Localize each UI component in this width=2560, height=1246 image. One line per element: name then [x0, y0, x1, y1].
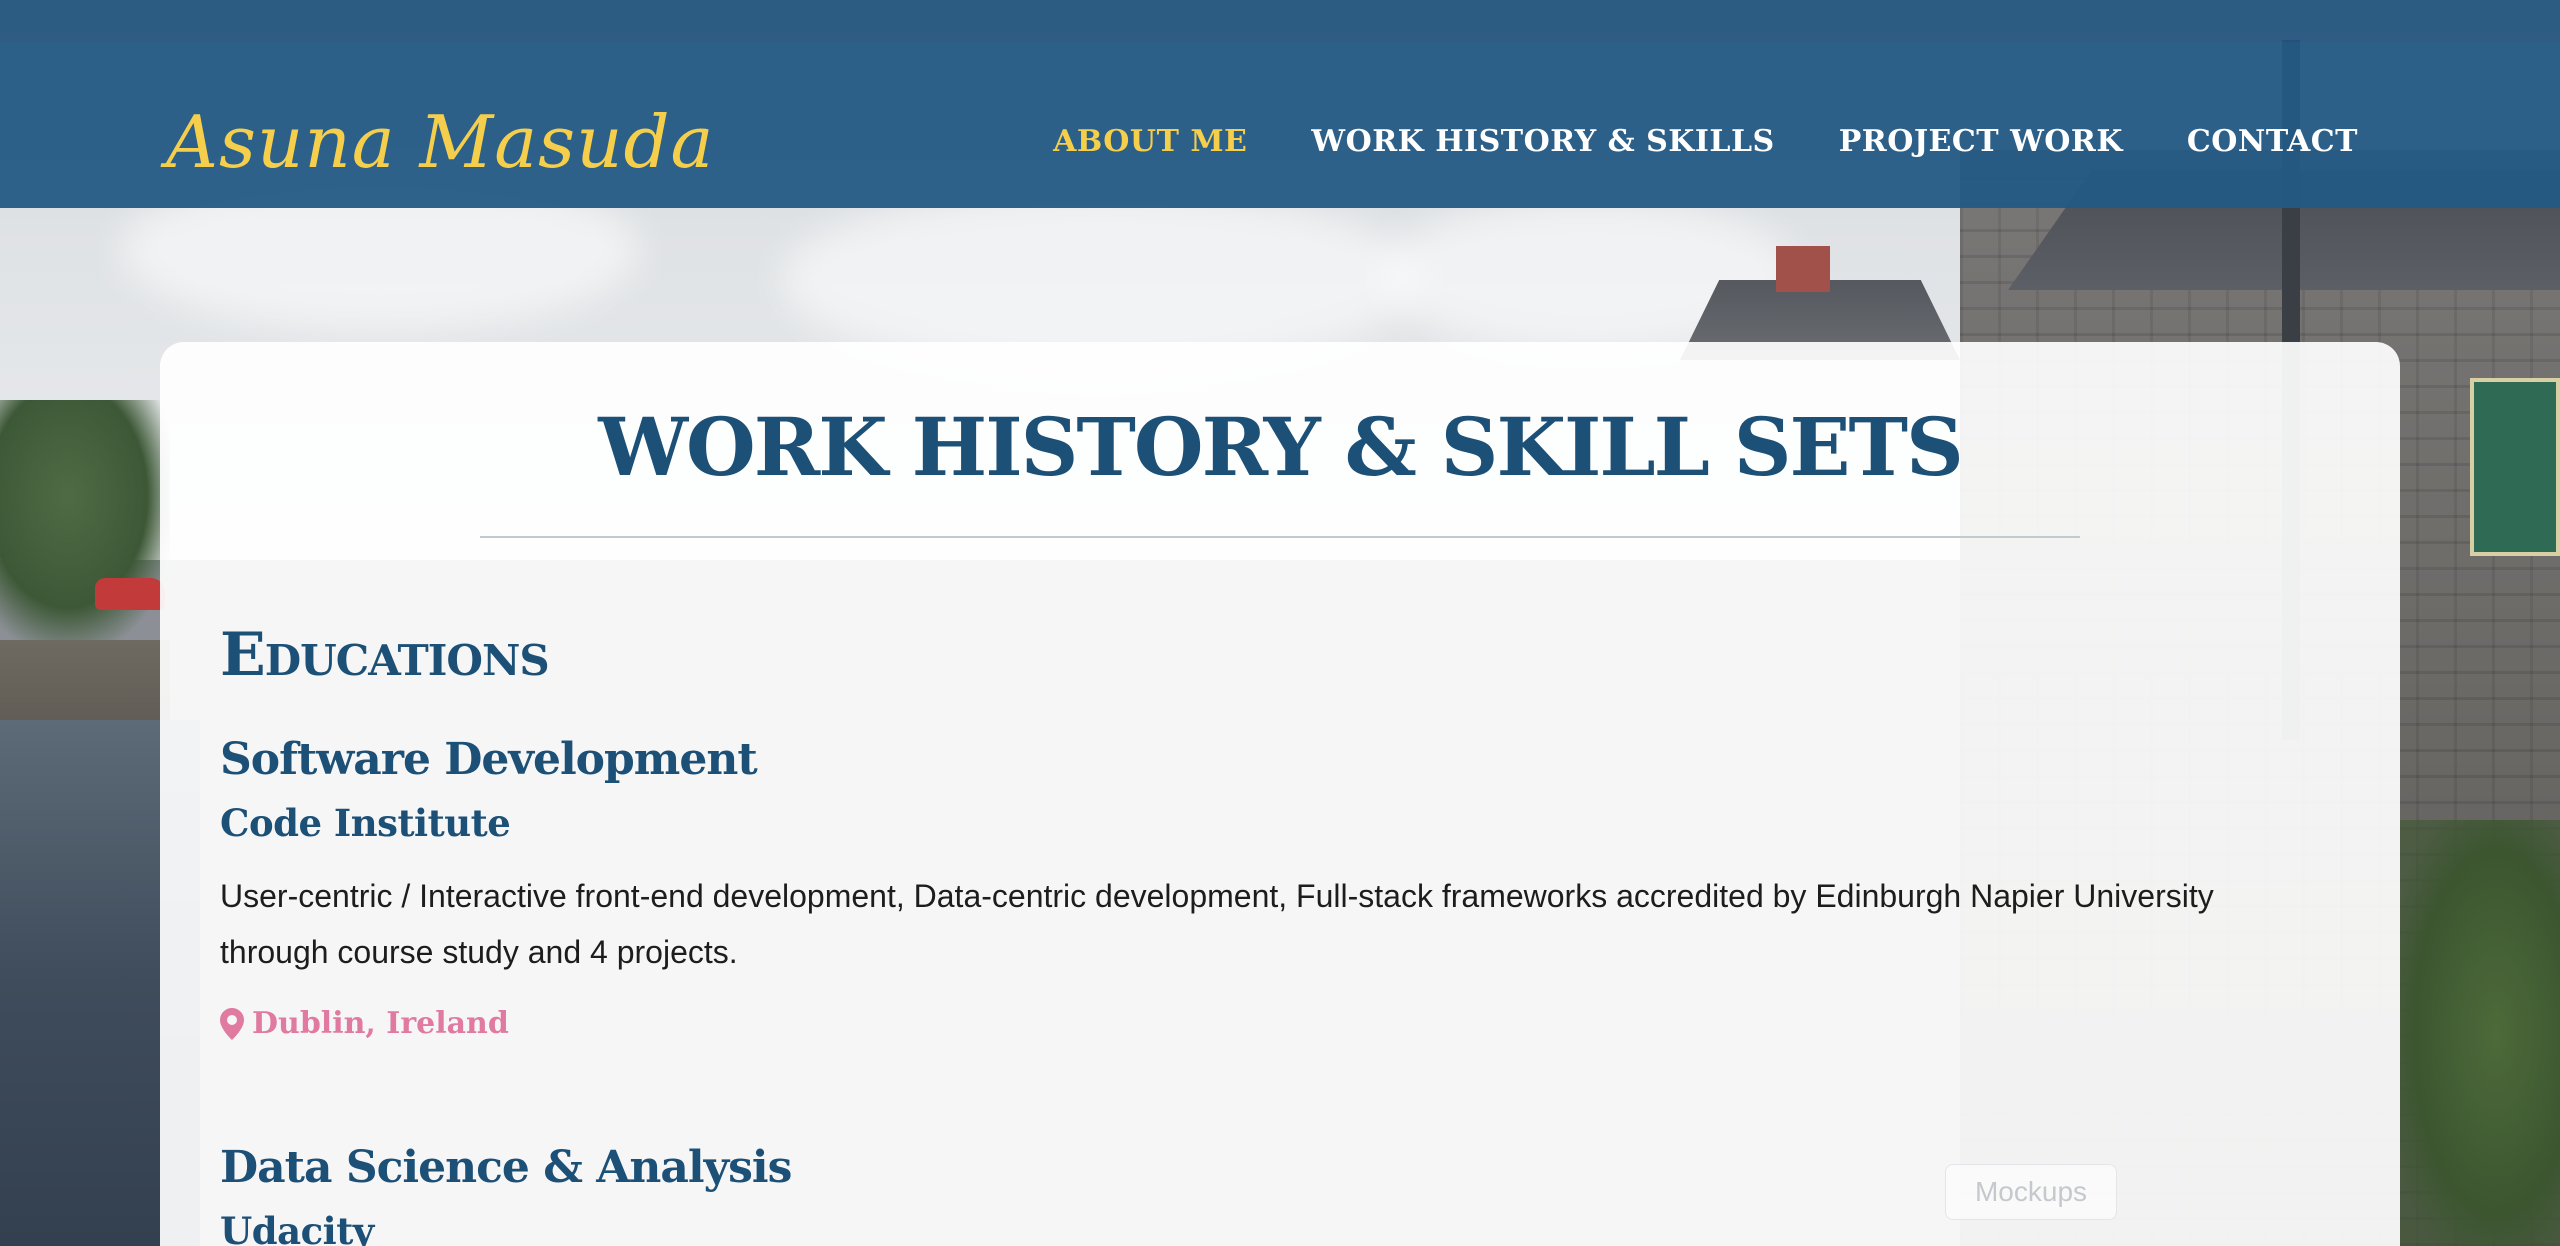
entry-description: User-centric / Interactive front-end dev…: [220, 878, 2214, 970]
entry-title: Software Development: [220, 734, 758, 785]
nav-item-contact[interactable]: Contact: [2187, 124, 2358, 159]
chimney: [1776, 246, 1830, 292]
section-heading-educations: Educations: [220, 620, 550, 690]
page: Asuna Masuda About Me Work History & Ski…: [0, 0, 2560, 1246]
map-pin-icon: [220, 1007, 244, 1040]
nav-item-work-history-skills[interactable]: Work History & Skills: [1311, 124, 1774, 159]
page-title: WORK HISTORY & SKILL SETS: [598, 400, 1964, 494]
pub-sign: [2470, 378, 2560, 556]
education-entry: Software Development Code Institute User…: [220, 732, 2320, 1041]
main-nav: About Me Work History & Skills Project W…: [1053, 124, 2358, 159]
nav-item-project-work[interactable]: Project Work: [1839, 124, 2123, 159]
brand-logo[interactable]: Asuna Masuda: [166, 100, 714, 184]
red-car: [95, 578, 165, 610]
entry-location-label: Dublin, Ireland: [252, 1006, 509, 1041]
site-header: Asuna Masuda About Me Work History & Ski…: [0, 42, 2560, 208]
mockups-button[interactable]: Mockups: [1945, 1164, 2117, 1220]
nav-item-about-me[interactable]: About Me: [1053, 124, 1247, 159]
ivy: [2400, 820, 2560, 1246]
content-card: WORK HISTORY & SKILL SETS Educations Sof…: [160, 342, 2400, 1246]
entry-organization: Code Institute: [220, 801, 511, 845]
title-divider: [480, 536, 2080, 538]
entry-location: Dublin, Ireland: [220, 1006, 2320, 1041]
header-top-strip: [0, 0, 2560, 42]
